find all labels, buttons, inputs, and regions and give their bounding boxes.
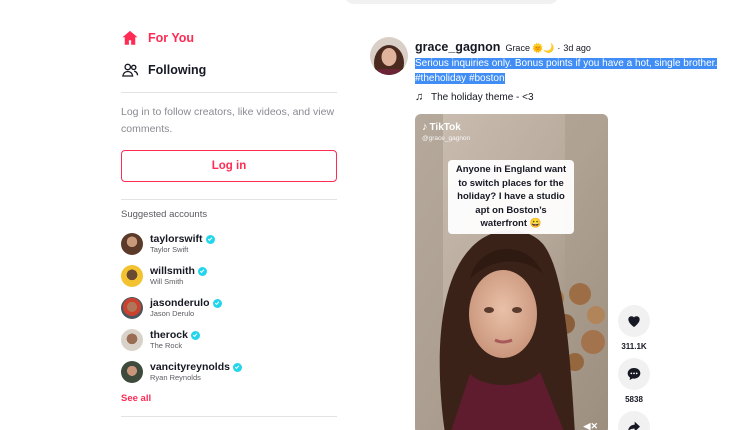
divider — [121, 416, 337, 417]
people-icon — [120, 60, 140, 80]
suggested-account[interactable]: therock The Rock — [121, 327, 331, 353]
post-caption: Serious inquiries only. Bonus points if … — [415, 57, 735, 86]
comment-icon — [627, 368, 641, 380]
caption-text: Serious inquiries only. Bonus points if … — [415, 58, 718, 69]
account-name: Taylor Swift — [150, 245, 189, 254]
watermark-username: @grace_gagnon — [422, 135, 471, 142]
verified-badge-icon — [197, 266, 207, 276]
avatar — [121, 297, 143, 319]
video-player[interactable]: ♪ TikTok @grace_gagnon Anyone in England … — [415, 114, 608, 430]
tiktok-logo-icon: ♪ — [422, 121, 428, 133]
music-link[interactable]: ♫ The holiday theme - <3 — [415, 91, 534, 103]
share-action — [618, 411, 650, 430]
hashtag-link[interactable]: #boston — [469, 73, 505, 84]
comment-button[interactable] — [618, 358, 650, 390]
top-bar — [0, 0, 750, 8]
mute-icon[interactable]: ◀✕ — [584, 421, 598, 430]
author-nickname: Grace — [505, 43, 530, 53]
suggested-account[interactable]: vancityreynolds Ryan Reynolds — [121, 359, 331, 385]
post-age: 3d ago — [563, 43, 591, 53]
share-button[interactable] — [618, 411, 650, 430]
verified-badge-icon — [205, 234, 215, 244]
comment-count: 5838 — [625, 395, 643, 404]
account-name: Ryan Reynolds — [150, 373, 201, 382]
separator: · — [557, 43, 561, 53]
heart-icon — [628, 316, 640, 327]
comment-action: 5838 — [618, 358, 650, 404]
nav-following-label: Following — [148, 63, 207, 77]
hashtag-link[interactable]: #theholiday — [415, 73, 466, 84]
avatar — [121, 265, 143, 287]
music-note-icon: ♫ — [415, 91, 424, 103]
account-handle: taylorswift — [150, 233, 203, 245]
watermark-text: TikTok — [429, 121, 461, 133]
suggested-account[interactable]: willsmith Will Smith — [121, 263, 331, 289]
author-avatar[interactable] — [370, 37, 408, 75]
tiktok-watermark: ♪ TikTok @grace_gagnon — [422, 121, 470, 142]
like-button[interactable] — [618, 305, 650, 337]
search-bar-edge[interactable] — [344, 0, 559, 4]
verified-badge-icon — [190, 330, 200, 340]
author-username[interactable]: grace_gagnon — [415, 40, 500, 54]
verified-badge-icon — [212, 298, 222, 308]
account-name: Will Smith — [150, 277, 184, 286]
nickname-emoji: 🌞🌙 — [531, 43, 555, 53]
avatar — [121, 329, 143, 351]
see-all-link[interactable]: See all — [121, 393, 151, 404]
nav-following[interactable]: Following — [120, 55, 206, 85]
nav-for-you[interactable]: For You — [120, 23, 194, 53]
login-button[interactable]: Log in — [121, 150, 337, 182]
account-handle: vancityreynolds — [150, 361, 230, 373]
share-icon — [628, 421, 640, 430]
like-count: 311.1K — [621, 342, 647, 351]
account-handle: therock — [150, 329, 188, 341]
like-action: 311.1K — [618, 305, 650, 351]
avatar — [121, 233, 143, 255]
account-handle: jasonderulo — [150, 297, 210, 309]
video-overlay-text: Anyone in England want to switch places … — [448, 160, 574, 234]
post-header: grace_gagnon Grace 🌞🌙 · 3d ago — [415, 40, 591, 54]
divider — [121, 199, 337, 200]
account-handle: willsmith — [150, 265, 195, 277]
suggested-accounts-title: Suggested accounts — [121, 209, 208, 220]
account-name: The Rock — [150, 341, 183, 350]
suggested-account[interactable]: jasonderulo Jason Derulo — [121, 295, 331, 321]
account-name: Jason Derulo — [150, 309, 195, 318]
avatar — [121, 361, 143, 383]
music-title: The holiday theme - <3 — [431, 91, 534, 103]
divider — [121, 92, 337, 93]
login-hint: Log in to follow creators, like videos, … — [121, 106, 335, 135]
verified-badge-icon — [232, 362, 242, 372]
nav-for-you-label: For You — [148, 31, 195, 45]
home-icon — [120, 28, 140, 48]
suggested-account[interactable]: taylorswift Taylor Swift — [121, 231, 331, 257]
